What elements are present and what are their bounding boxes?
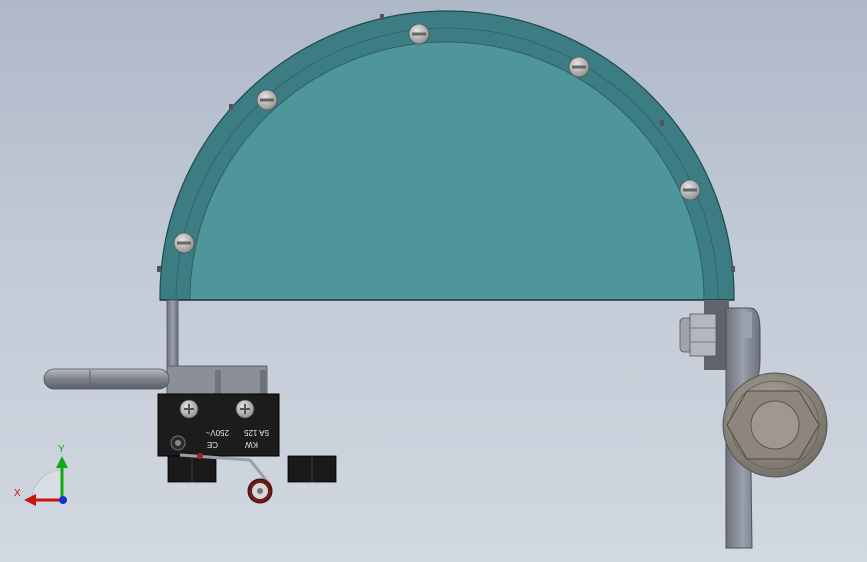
screw-icon [173, 232, 195, 254]
cad-viewport[interactable]: KW CE 5A 125 250V~ Y X [0, 0, 867, 562]
terminal-screw-icon [235, 399, 255, 419]
screw-icon [408, 23, 430, 45]
micro-switch[interactable]: KW CE 5A 125 250V~ [157, 393, 337, 504]
triad-x-label: X [14, 488, 21, 499]
terminal-screw-icon [179, 399, 199, 419]
switch-rating-2: 250V~ [205, 428, 229, 437]
hex-nut-icon [679, 313, 717, 357]
switch-cert: CE [207, 440, 218, 449]
switch-rating-1: 5A 125 [244, 428, 269, 437]
screw-icon [679, 179, 701, 201]
triad-y-label: Y [58, 444, 65, 455]
roller-icon [247, 478, 273, 504]
right-bracket[interactable] [679, 300, 828, 549]
actuator-rod[interactable] [43, 368, 170, 390]
switch-brand: KW [245, 440, 258, 449]
model-canvas[interactable]: KW CE 5A 125 250V~ Y X [0, 0, 867, 562]
screw-icon [256, 89, 278, 111]
screw-icon [568, 56, 590, 78]
coordinate-triad: Y X [14, 444, 68, 506]
cover-assembly[interactable] [159, 10, 735, 301]
large-nut-icon [722, 372, 828, 478]
left-bracket[interactable] [166, 299, 268, 397]
